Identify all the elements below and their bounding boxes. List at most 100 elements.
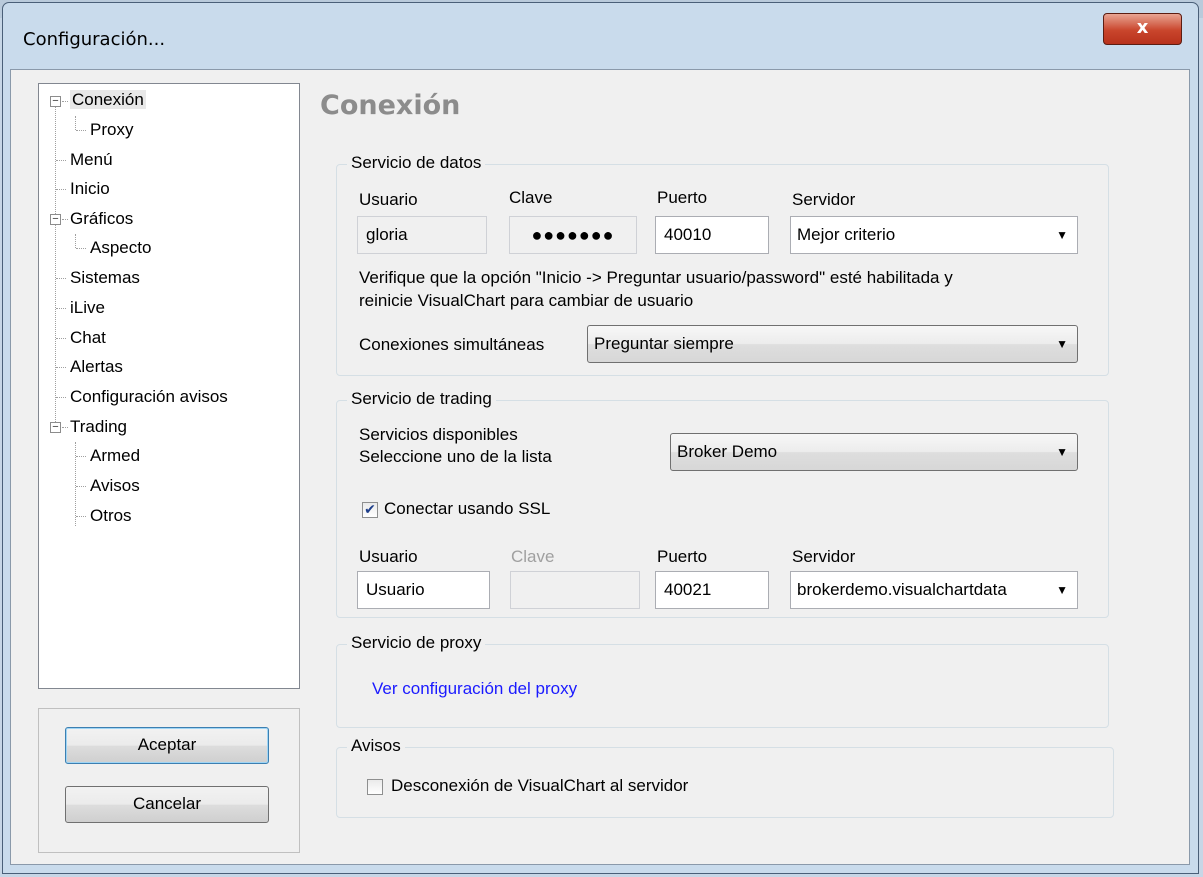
tree-connector	[75, 116, 76, 130]
simultaneous-connections-select[interactable]: Preguntar siempre ▼	[587, 325, 1078, 363]
tree-item-graficos[interactable]: Gráficos	[70, 209, 133, 229]
window-title: Configuración...	[23, 29, 166, 50]
tree-connector	[76, 456, 86, 457]
trading-port-field[interactable]: 40021	[655, 571, 769, 609]
tree-connector	[56, 160, 66, 161]
trading-user-label: Usuario	[359, 547, 418, 566]
tree-item-proxy[interactable]: Proxy	[90, 120, 133, 140]
data-user-label: Usuario	[359, 190, 418, 209]
proxy-settings-link[interactable]: Ver configuración del proxy	[372, 679, 577, 699]
accept-button[interactable]: Aceptar	[65, 727, 269, 764]
tree-item-menu[interactable]: Menú	[70, 150, 113, 170]
tree-item-label: Proxy	[90, 120, 134, 139]
proxy-service-group: Servicio de proxy Ver configuración del …	[336, 633, 1109, 728]
tree-item-label: Gráficos	[70, 209, 134, 228]
tree-item-trading[interactable]: Trading	[70, 417, 127, 437]
tree-item-label: Aspecto	[90, 238, 152, 257]
tree-item-otros[interactable]: Otros	[90, 506, 132, 526]
tree-connector	[75, 442, 76, 526]
trading-server-label: Servidor	[792, 547, 856, 566]
group-label: Avisos	[347, 736, 405, 756]
data-password-label: Clave	[509, 188, 553, 207]
tree-item-label: Trading	[70, 417, 128, 436]
dialog-client-area: − Conexión Proxy Menú Inicio − Gráficos …	[10, 69, 1190, 865]
group-label: Servicio de proxy	[347, 633, 486, 653]
chevron-down-icon: ▼	[1056, 337, 1068, 351]
tree-item-inicio[interactable]: Inicio	[70, 179, 110, 199]
tree-item-conexion[interactable]: Conexión	[70, 90, 146, 110]
tree-item-configuracion-avisos[interactable]: Configuración avisos	[70, 387, 228, 407]
group-label: Servicio de datos	[347, 153, 486, 173]
tree-connector	[62, 427, 68, 428]
tree-item-label: Sistemas	[70, 268, 140, 287]
data-user-field[interactable]: gloria	[357, 216, 487, 254]
chevron-down-icon: ▼	[1056, 445, 1068, 459]
tree-item-label: iLive	[70, 298, 105, 317]
tree-item-label: Chat	[70, 328, 106, 347]
tree-item-label: Avisos	[90, 476, 140, 495]
data-note-line-2: reinicie VisualChart para cambiar de usu…	[359, 291, 694, 310]
tree-item-sistemas[interactable]: Sistemas	[70, 268, 140, 288]
trading-password-label: Clave	[511, 547, 555, 566]
disconnect-alert-checkbox[interactable]	[367, 779, 383, 795]
tree-connector	[56, 397, 66, 398]
page-title: Conexión	[320, 90, 461, 121]
chevron-down-icon: ▼	[1056, 583, 1068, 597]
tree-connector	[76, 248, 86, 249]
configuration-dialog: Configuración... x − Conexión Proxy Menú…	[2, 2, 1199, 874]
ssl-label: Conectar usando SSL	[384, 499, 551, 518]
available-services-label: Servicios disponibles	[359, 425, 518, 444]
trading-server-value: brokerdemo.visualchartdata	[797, 580, 1007, 599]
tree-item-chat[interactable]: Chat	[70, 328, 106, 348]
tree-connector	[76, 516, 86, 517]
data-port-label: Puerto	[657, 188, 708, 207]
broker-value: Broker Demo	[677, 442, 778, 461]
trading-user-field[interactable]: Usuario	[357, 571, 490, 609]
collapse-icon[interactable]: −	[50, 214, 61, 225]
data-note-line-1: Verifique que la opción "Inicio -> Pregu…	[359, 268, 953, 287]
trading-password-field[interactable]	[510, 571, 640, 609]
group-label: Servicio de trading	[347, 389, 496, 409]
title-bar[interactable]: Configuración... x	[3, 3, 1198, 71]
tree-connector	[62, 101, 68, 102]
broker-select[interactable]: Broker Demo ▼	[670, 433, 1078, 471]
select-hint-label: Seleccione uno de la lista	[359, 447, 552, 466]
data-port-field[interactable]: 40010	[655, 216, 769, 254]
tree-item-label: Configuración avisos	[70, 387, 228, 406]
tree-connector	[56, 189, 66, 190]
tree-item-ilive[interactable]: iLive	[70, 298, 105, 318]
collapse-icon[interactable]: −	[50, 96, 61, 107]
tree-item-aspecto[interactable]: Aspecto	[90, 238, 151, 258]
cancel-button[interactable]: Cancelar	[65, 786, 269, 823]
tree-item-label: Inicio	[70, 179, 110, 198]
data-server-value: Mejor criterio	[797, 225, 896, 244]
tree-item-label: Menú	[70, 150, 113, 169]
tree-connector	[56, 367, 66, 368]
tree-connector	[62, 219, 68, 220]
tree-item-label: Alertas	[70, 357, 123, 376]
tree-item-avisos[interactable]: Avisos	[90, 476, 140, 496]
buttons-panel: Aceptar Cancelar	[38, 708, 300, 853]
simultaneous-connections-label: Conexiones simultáneas	[359, 335, 545, 354]
tree-connector	[76, 130, 86, 131]
close-button[interactable]: x	[1103, 13, 1182, 45]
data-password-field[interactable]: ●●●●●●●	[509, 216, 637, 254]
trading-port-label: Puerto	[657, 547, 708, 566]
tree-connector	[56, 278, 66, 279]
tree-item-label: Armed	[90, 446, 141, 465]
trading-service-group: Servicio de trading Servicios disponible…	[336, 389, 1109, 618]
collapse-icon[interactable]: −	[50, 422, 61, 433]
tree-connector	[56, 338, 66, 339]
trading-server-select[interactable]: brokerdemo.visualchartdata ▼	[790, 571, 1078, 609]
alerts-group: Avisos Desconexión de VisualChart al ser…	[336, 736, 1114, 818]
tree-connector	[76, 486, 86, 487]
tree-item-alertas[interactable]: Alertas	[70, 357, 123, 377]
settings-tree[interactable]: − Conexión Proxy Menú Inicio − Gráficos …	[38, 83, 300, 689]
tree-item-label: Conexión	[70, 90, 146, 109]
data-server-select[interactable]: Mejor criterio ▼	[790, 216, 1078, 254]
tree-item-armed[interactable]: Armed	[90, 446, 140, 466]
tree-connector	[75, 234, 76, 248]
data-server-label: Servidor	[792, 190, 856, 209]
data-service-group: Servicio de datos Usuario Clave Puerto S…	[336, 153, 1109, 376]
ssl-checkbox[interactable]: ✔	[362, 502, 378, 518]
